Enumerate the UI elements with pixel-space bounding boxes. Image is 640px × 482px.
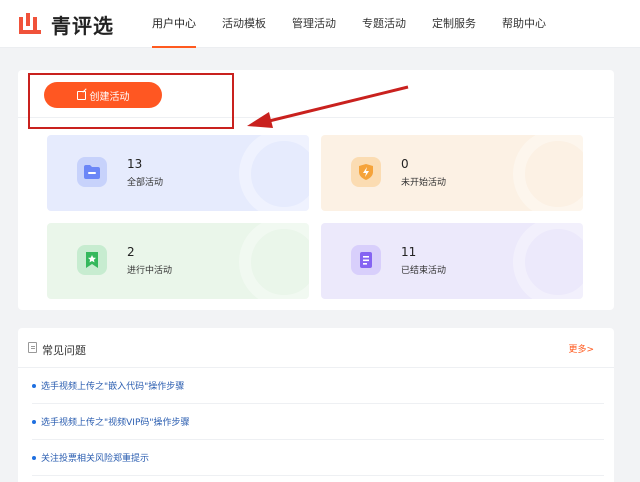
decorative-ring bbox=[239, 135, 309, 211]
stat-card-in-progress[interactable]: 2 进行中活动 bbox=[47, 223, 309, 299]
faq-title: 常见问题 bbox=[42, 344, 86, 357]
nav-custom-service[interactable]: 定制服务 bbox=[432, 0, 476, 48]
logo[interactable]: 青评选 bbox=[19, 10, 114, 38]
logo-icon bbox=[19, 13, 41, 34]
faq-item[interactable]: 选手视频上传之"嵌入代码"操作步骤 bbox=[32, 368, 604, 404]
main-nav: 用户中心 活动模板 管理活动 专题活动 定制服务 帮助中心 bbox=[152, 0, 572, 48]
bullet-icon bbox=[32, 383, 36, 388]
decorative-ring bbox=[239, 223, 309, 299]
stat-value: 13 bbox=[127, 157, 143, 171]
stat-card-all[interactable]: 13 全部活动 bbox=[47, 135, 309, 211]
faq-item-text: 选手视频上传之"视频VIP码"操作步骤 bbox=[41, 418, 190, 428]
bullet-icon bbox=[32, 455, 36, 460]
document-icon bbox=[351, 245, 381, 275]
annotation-arrow-icon bbox=[247, 85, 409, 128]
faq-doc-icon bbox=[28, 342, 37, 353]
activity-overview-card: 创建活动 13 全部活动 0 未开始活动 2 进行中活动 11 已结束活动 bbox=[18, 70, 614, 310]
nav-special-activities[interactable]: 专题活动 bbox=[362, 0, 406, 48]
nav-help-center[interactable]: 帮助中心 bbox=[502, 0, 546, 48]
decorative-ring bbox=[513, 135, 583, 211]
stat-value: 0 bbox=[401, 157, 409, 171]
faq-item[interactable]: 选手视频上传之"视频VIP码"操作步骤 bbox=[32, 404, 604, 440]
star-bookmark-icon bbox=[77, 245, 107, 275]
stat-label: 已结束活动 bbox=[401, 266, 447, 276]
nav-user-center[interactable]: 用户中心 bbox=[152, 0, 196, 48]
folder-icon bbox=[77, 157, 107, 187]
faq-card: 常见问题 更多> 选手视频上传之"嵌入代码"操作步骤 选手视频上传之"视频VIP… bbox=[18, 328, 614, 482]
annotation-highlight-box bbox=[28, 73, 234, 129]
decorative-ring bbox=[513, 223, 583, 299]
stat-value: 2 bbox=[127, 245, 135, 259]
top-header: 青评选 用户中心 活动模板 管理活动 专题活动 定制服务 帮助中心 bbox=[0, 0, 640, 48]
bullet-icon bbox=[32, 419, 36, 424]
stat-label: 全部活动 bbox=[127, 178, 164, 188]
faq-item[interactable]: 关注投票相关风险郑重提示 bbox=[32, 440, 604, 476]
faq-item-text: 选手视频上传之"嵌入代码"操作步骤 bbox=[41, 382, 185, 392]
faq-more-link[interactable]: 更多> bbox=[568, 342, 594, 355]
stat-card-not-started[interactable]: 0 未开始活动 bbox=[321, 135, 583, 211]
stat-label: 进行中活动 bbox=[127, 266, 173, 276]
logo-text: 青评选 bbox=[51, 13, 114, 38]
faq-list: 选手视频上传之"嵌入代码"操作步骤 选手视频上传之"视频VIP码"操作步骤 关注… bbox=[32, 368, 604, 476]
faq-item-text: 关注投票相关风险郑重提示 bbox=[41, 454, 150, 464]
stat-label: 未开始活动 bbox=[401, 178, 447, 188]
stat-value: 11 bbox=[401, 245, 417, 259]
stat-card-ended[interactable]: 11 已结束活动 bbox=[321, 223, 583, 299]
shield-bolt-icon bbox=[351, 157, 381, 187]
nav-activity-templates[interactable]: 活动模板 bbox=[222, 0, 266, 48]
nav-manage-activities[interactable]: 管理活动 bbox=[292, 0, 336, 48]
faq-header: 常见问题 更多> bbox=[18, 328, 614, 368]
